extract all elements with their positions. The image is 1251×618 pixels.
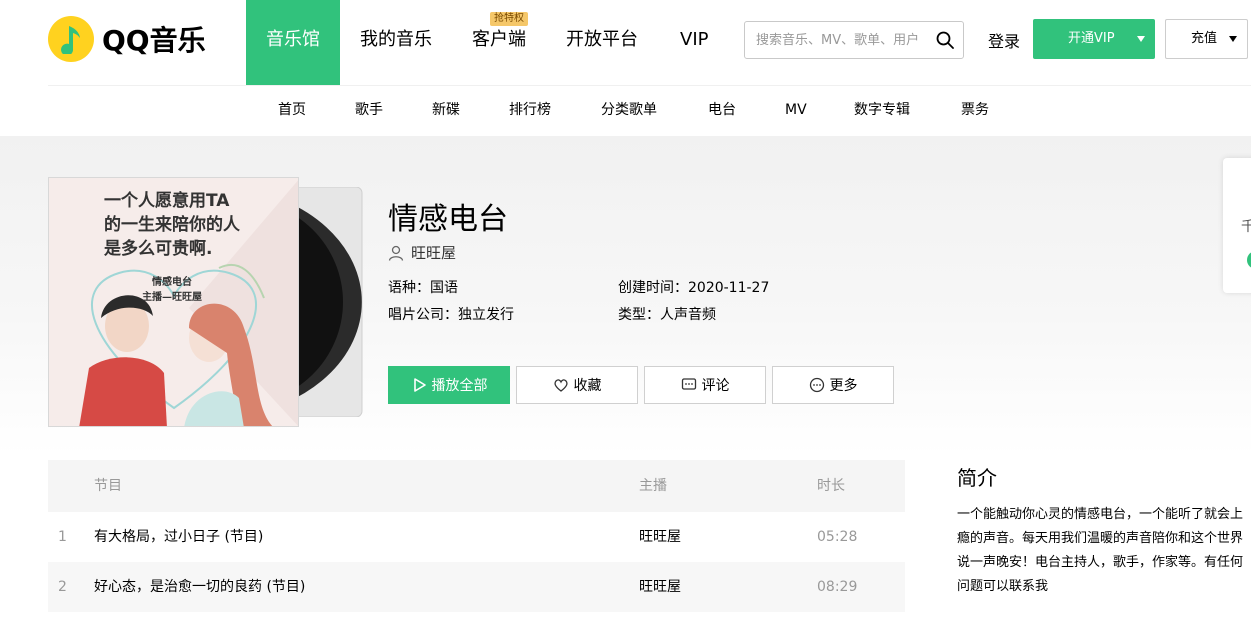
table-row[interactable]: 2 好心态，是治愈一切的良药 (节目) 旺旺屋 08:29 — [48, 562, 905, 612]
more-icon — [809, 377, 824, 393]
table-header: 节目 主播 时长 — [48, 460, 905, 512]
logo-text: QQ音乐 — [102, 24, 206, 57]
album-author[interactable]: 旺旺屋 — [388, 242, 456, 263]
program-name[interactable]: 有大格局，过小日子 (节目) — [94, 512, 263, 562]
meta-language: 语种：国语 — [388, 280, 458, 296]
search-input[interactable] — [745, 22, 929, 58]
intro-title: 简介 — [957, 466, 997, 490]
nav-vip[interactable]: VIP — [658, 0, 728, 85]
cover-text-line2: 的一生来陪你的人 — [104, 214, 241, 235]
floating-card-text: 千 — [1241, 219, 1251, 235]
meta-type: 类型：人声音频 — [618, 307, 716, 323]
album-info: 情感电台 旺旺屋 语种：国语 创建时间：2020-11-27 唱片公司：独立发行… — [388, 194, 769, 323]
subnav-digital-albums[interactable]: 数字专辑 — [854, 86, 910, 134]
cover-text-line4: 情感电台 — [152, 275, 192, 288]
logo-icon — [48, 16, 94, 62]
program-table: 节目 主播 时长 1 有大格局，过小日子 (节目) 旺旺屋 05:28 2 好心… — [48, 460, 905, 612]
cover-text-line5: 主播—旺旺屋 — [142, 290, 202, 303]
header-program: 节目 — [94, 478, 122, 494]
subnav-home[interactable]: 首页 — [278, 86, 306, 134]
subnav-charts[interactable]: 排行榜 — [509, 86, 551, 134]
subnav-tickets[interactable]: 票务 — [961, 86, 989, 134]
program-host[interactable]: 旺旺屋 — [639, 512, 681, 562]
cover-text-line1: 一个人愿意用TA — [104, 190, 230, 211]
header-duration: 时长 — [817, 478, 845, 494]
comment-label: 评论 — [701, 378, 730, 394]
program-duration: 08:29 — [817, 579, 858, 595]
nav-my-music[interactable]: 我的音乐 — [340, 0, 452, 85]
favorite-label: 收藏 — [573, 378, 602, 394]
program-name[interactable]: 好心态，是治愈一切的良药 (节目) — [94, 562, 305, 612]
search-icon[interactable] — [936, 31, 954, 49]
play-all-button[interactable]: 播放全部 — [388, 366, 510, 404]
program-duration: 05:28 — [817, 529, 858, 545]
more-button[interactable]: 更多 — [772, 366, 894, 404]
search-box — [744, 21, 964, 59]
intro-text: 一个能触动你心灵的情感电台，一个能听了就会上瘾的声音。每天用我们温暖的声音陪你和… — [957, 507, 1244, 594]
chevron-down-icon[interactable] — [1137, 36, 1145, 42]
subnav-mv[interactable]: MV — [785, 86, 807, 134]
privilege-badge: 抢特权 — [490, 12, 528, 26]
cover-text-line3: 是多么可贵啊. — [104, 238, 212, 259]
subnav-new-albums[interactable]: 新碟 — [432, 86, 460, 134]
user-icon — [388, 245, 404, 261]
intro-section: 简介 一个能触动你心灵的情感电台，一个能听了就会上瘾的声音。每天用我们温暖的声音… — [957, 462, 1247, 599]
nav-open-platform[interactable]: 开放平台 — [546, 0, 658, 85]
nav-music-hall[interactable]: 音乐馆 — [246, 0, 340, 85]
more-label: 更多 — [829, 378, 858, 394]
author-name[interactable]: 旺旺屋 — [411, 242, 456, 263]
main-content: 一个人愿意用TA 的一生来陪你的人 是多么可贵啊. 情感电台 主播—旺旺屋 情感… — [0, 136, 1251, 618]
login-link[interactable]: 登录 — [988, 28, 1020, 52]
album-title: 情感电台 — [388, 202, 508, 237]
comment-icon — [681, 378, 696, 390]
top-nav: 音乐馆 我的音乐 客户端 抢特权 开放平台 VIP — [246, 0, 728, 85]
subnav-playlists[interactable]: 分类歌单 — [601, 86, 657, 134]
chevron-down-icon[interactable] — [1229, 36, 1237, 42]
recharge-label: 充值 — [1191, 31, 1218, 46]
row-number: 1 — [58, 529, 67, 545]
floating-card-dot-icon — [1247, 251, 1251, 269]
nav-client[interactable]: 客户端 抢特权 — [452, 0, 546, 85]
header-host: 主播 — [639, 478, 667, 494]
qq-music-logo[interactable]: QQ音乐 — [48, 16, 206, 62]
subnav-radio[interactable]: 电台 — [708, 86, 736, 134]
floating-side-card[interactable]: 千 — [1223, 158, 1251, 293]
heart-icon — [553, 379, 568, 392]
nav-client-label: 客户端 — [472, 29, 526, 50]
play-all-label: 播放全部 — [431, 378, 488, 394]
cover-illustration: 一个人愿意用TA 的一生来陪你的人 是多么可贵啊. 情感电台 主播—旺旺屋 — [49, 178, 298, 426]
sub-nav: 首页 歌手 新碟 排行榜 分类歌单 电台 MV 数字专辑 票务 — [0, 86, 1251, 136]
program-host[interactable]: 旺旺屋 — [639, 562, 681, 612]
play-icon — [413, 378, 426, 392]
row-number: 2 — [58, 579, 67, 595]
top-header: QQ音乐 音乐馆 我的音乐 客户端 抢特权 开放平台 VIP 登录 开通VIP … — [0, 0, 1251, 85]
album-cover-image[interactable]: 一个人愿意用TA 的一生来陪你的人 是多么可贵啊. 情感电台 主播—旺旺屋 — [48, 177, 299, 427]
action-bar: 播放全部 收藏 评论 更多 — [388, 366, 900, 404]
table-row[interactable]: 1 有大格局，过小日子 (节目) 旺旺屋 05:28 — [48, 512, 905, 562]
album-cover-area: 一个人愿意用TA 的一生来陪你的人 是多么可贵啊. 情感电台 主播—旺旺屋 — [48, 177, 363, 427]
meta-created: 创建时间：2020-11-27 — [618, 280, 770, 296]
open-vip-button[interactable]: 开通VIP — [1033, 19, 1155, 59]
subnav-singers[interactable]: 歌手 — [355, 86, 383, 134]
open-vip-label: 开通VIP — [1068, 31, 1115, 46]
comment-button[interactable]: 评论 — [644, 366, 766, 404]
recharge-button[interactable]: 充值 — [1165, 19, 1248, 59]
meta-company: 唱片公司：独立发行 — [388, 307, 514, 323]
music-note-icon — [61, 26, 80, 54]
favorite-button[interactable]: 收藏 — [516, 366, 638, 404]
